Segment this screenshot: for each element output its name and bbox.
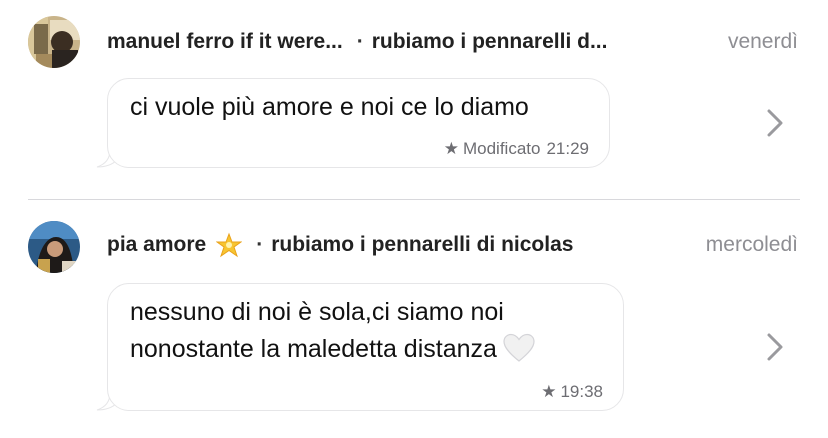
glowing-star-icon [216,232,243,258]
white-heart-icon [503,333,535,362]
avatar[interactable] [28,221,80,273]
star-icon: ★ [443,139,459,158]
message-header: manuel ferro if it were... · rubiamo i p… [107,27,798,57]
message-line: nessuno di noi è sola,ci siamo noi [130,298,504,326]
separator: · [356,30,364,53]
message-bubble[interactable]: nessuno di noi è sola,ci siamo noi nonos… [107,283,624,411]
message-meta: ★ 19:38 [541,382,603,402]
message-date: venerdì [727,30,798,53]
message-date: mercoledì [705,233,798,256]
message-item[interactable]: pia amore · rubiamo i pennarelli di nico… [0,201,828,438]
message-header: pia amore · rubiamo i pennarelli di nico… [107,230,798,260]
messages-list: manuel ferro if it were... · rubiamo i p… [0,0,828,438]
divider [28,199,800,200]
message-line: ci vuole più amore e noi ce lo diamo [130,93,529,121]
sender-name: manuel ferro if it were... [107,30,343,53]
message-time: 19:38 [560,382,603,401]
chevron-right-icon[interactable] [766,332,784,362]
sender-name: pia amore [107,233,207,256]
chevron-right-icon[interactable] [766,108,784,138]
avatar[interactable] [28,16,80,68]
message-text: nessuno di noi è sola,ci siamo noi nonos… [130,294,535,368]
message-text: ci vuole più amore e noi ce lo diamo [130,89,529,126]
star-icon: ★ [541,382,557,401]
message-line-text: nonostante la maledetta distanza [130,335,497,363]
chat-name: rubiamo i pennarelli di nicolas [271,233,574,256]
chat-name: rubiamo i pennarelli d... [371,30,608,53]
message-bubble[interactable]: ci vuole più amore e noi ce lo diamo ★ M… [107,78,610,168]
separator: · [256,233,264,256]
message-item[interactable]: manuel ferro if it were... · rubiamo i p… [0,0,828,200]
edited-label: Modificato [462,139,541,158]
message-meta: ★ Modificato 21:29 [444,139,589,159]
message-line: nonostante la maledetta distanza [130,331,535,368]
message-time: 21:29 [546,139,589,158]
